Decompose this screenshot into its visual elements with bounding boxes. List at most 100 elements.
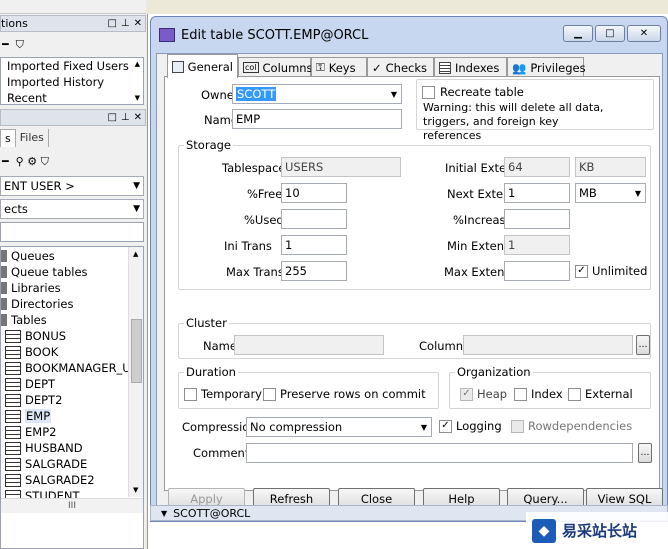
tab-checks[interactable]: ✓ Checks — [367, 57, 434, 77]
table-item[interactable]: DEPT2 — [1, 392, 143, 408]
columns-icon: col — [243, 62, 259, 73]
scroll-up-icon[interactable]: ▲ — [133, 250, 138, 258]
tree-item-tables[interactable]: Tables — [1, 312, 143, 328]
table-icon — [5, 441, 21, 455]
next-extent-input[interactable]: 1 — [504, 183, 570, 203]
list-item[interactable]: Imported History — [1, 74, 143, 90]
table-name-input[interactable]: EMP — [232, 109, 402, 129]
table-icon — [5, 377, 21, 391]
chevron-down-icon: ▼ — [420, 422, 428, 432]
table-item[interactable]: SALGRADE — [1, 456, 143, 472]
index-checkbox[interactable]: Index — [514, 387, 563, 401]
chevron-down-icon: ▼ — [634, 188, 642, 198]
tab-general[interactable]: General — [167, 54, 238, 78]
checkbox-checked-icon: ✓ — [575, 264, 588, 278]
tree-item-directories[interactable]: Directories — [1, 296, 143, 312]
tree-item-queue-tables[interactable]: Queue tables — [1, 264, 143, 280]
horizontal-scrollbar[interactable]: III — [1, 498, 143, 513]
chevron-down-icon: ▼ — [133, 181, 140, 191]
free-label: %Free — [247, 187, 283, 201]
table-item[interactable]: SALGRADE2 — [1, 472, 143, 488]
max-extents-input[interactable] — [504, 261, 570, 281]
tab-columns[interactable]: col Columns — [238, 57, 313, 77]
pin-icon[interactable]: ⊥ — [121, 18, 130, 29]
tree-item-libraries[interactable]: Libraries — [1, 280, 143, 296]
filter-input[interactable] — [0, 222, 144, 242]
filter-icon[interactable]: ⚙ — [27, 155, 37, 168]
table-item-selected[interactable]: EMP — [1, 408, 143, 424]
table-item[interactable]: BOOK — [1, 344, 143, 360]
unlimited-checkbox[interactable]: ✓ Unlimited — [575, 264, 647, 278]
temporary-checkbox[interactable]: Temporary — [184, 387, 262, 401]
tab-keys[interactable]: ⚿ Keys — [311, 57, 367, 77]
table-icon — [5, 425, 21, 439]
tab-files[interactable]: Files — [16, 129, 49, 147]
scroll-down-icon[interactable]: ▼ — [135, 94, 140, 102]
table-item[interactable]: DEPT — [1, 376, 143, 392]
tab-indexes[interactable]: Indexes — [434, 57, 507, 77]
close-icon[interactable]: ✕ — [134, 18, 142, 29]
minus-icon[interactable]: ━ — [2, 155, 9, 168]
list-item[interactable]: Imported Fixed Users — [1, 58, 143, 74]
minimize-button[interactable]: ▁ — [563, 25, 593, 42]
min-extents-field: 1 — [504, 235, 570, 255]
scroll-thumb[interactable] — [131, 319, 142, 383]
user-dropdown[interactable]: ENT USER > ▼ — [0, 176, 144, 196]
comments-input[interactable] — [246, 443, 633, 463]
history-list[interactable]: Imported Fixed Users Imported History Re… — [0, 57, 144, 105]
cluster-columns-ellipsis-button[interactable]: … — [636, 335, 650, 355]
binoculars-icon[interactable]: ⚲ — [16, 155, 24, 168]
tool-icon[interactable]: ⛉ — [16, 38, 24, 51]
tool-icon[interactable]: ⛉ — [41, 155, 49, 168]
tree-item-queues[interactable]: Queues — [1, 248, 143, 264]
organization-group: Organization ✓ Heap Index External — [449, 365, 651, 409]
top-strip — [0, 0, 146, 14]
logging-checkbox[interactable]: ✓ Logging — [439, 419, 502, 433]
checkbox-box — [568, 387, 581, 401]
checkbox-box — [514, 387, 527, 401]
comments-ellipsis-button[interactable]: … — [638, 443, 652, 463]
table-item[interactable]: BONUS — [1, 328, 143, 344]
used-input[interactable] — [281, 209, 347, 229]
close-icon[interactable]: ✕ — [134, 112, 142, 123]
table-icon — [5, 409, 21, 423]
object-tree[interactable]: Queues Queue tables Libraries Directorie… — [0, 246, 144, 549]
object-type-dropdown[interactable]: ects ▼ — [0, 199, 144, 219]
free-input[interactable]: 10 — [281, 183, 347, 203]
folder-icon — [1, 298, 7, 310]
table-item[interactable]: EMP2 — [1, 424, 143, 440]
maximize-button[interactable]: □ — [595, 25, 625, 42]
window-title: Edit table SCOTT.EMP@ORCL — [181, 27, 369, 43]
chevron-down-icon[interactable]: ▼ — [161, 509, 167, 518]
compression-dropdown[interactable]: No compression ▼ — [246, 417, 432, 437]
folder-icon — [1, 314, 7, 326]
vertical-scrollbar[interactable]: ▲ ▼ — [128, 247, 143, 497]
table-item[interactable]: HUSBAND — [1, 440, 143, 456]
float-icon[interactable]: □ — [107, 112, 116, 123]
external-checkbox[interactable]: External — [568, 387, 633, 401]
minus-icon[interactable]: ━ — [2, 38, 9, 51]
tab-objects[interactable]: s — [0, 129, 16, 147]
initial-unit-field: KB — [575, 157, 646, 177]
recreate-checkbox[interactable]: Recreate table — [422, 85, 524, 99]
ini-trans-input[interactable]: 1 — [281, 235, 347, 255]
close-window-button[interactable]: ✕ — [627, 25, 661, 42]
scroll-up-icon[interactable]: ▲ — [135, 60, 140, 68]
scroll-down-icon[interactable]: ▼ — [133, 486, 138, 494]
site-logo-icon: ◆ — [532, 518, 556, 543]
pin-icon[interactable]: ⊥ — [121, 112, 130, 123]
check-icon: ✓ — [372, 60, 382, 75]
next-unit-dropdown[interactable]: MB ▼ — [575, 183, 646, 203]
tab-privileges[interactable]: 👥 Privileges — [507, 57, 586, 77]
float-icon[interactable]: □ — [107, 18, 116, 29]
table-item[interactable]: BOOKMANAGER_U — [1, 360, 143, 376]
owner-dropdown[interactable]: SCOTT ▼ — [232, 84, 402, 104]
maximize-icon: □ — [605, 28, 615, 39]
increase-input[interactable] — [504, 209, 570, 229]
panel-toolbar: ━ ⛉ — [2, 38, 24, 52]
preserve-rows-checkbox[interactable]: Preserve rows on commit — [263, 387, 426, 401]
initial-extent-field: 64 — [504, 157, 570, 177]
list-item[interactable]: Recent — [1, 90, 143, 106]
cluster-title: Cluster — [184, 316, 229, 330]
max-trans-input[interactable]: 255 — [281, 261, 347, 281]
